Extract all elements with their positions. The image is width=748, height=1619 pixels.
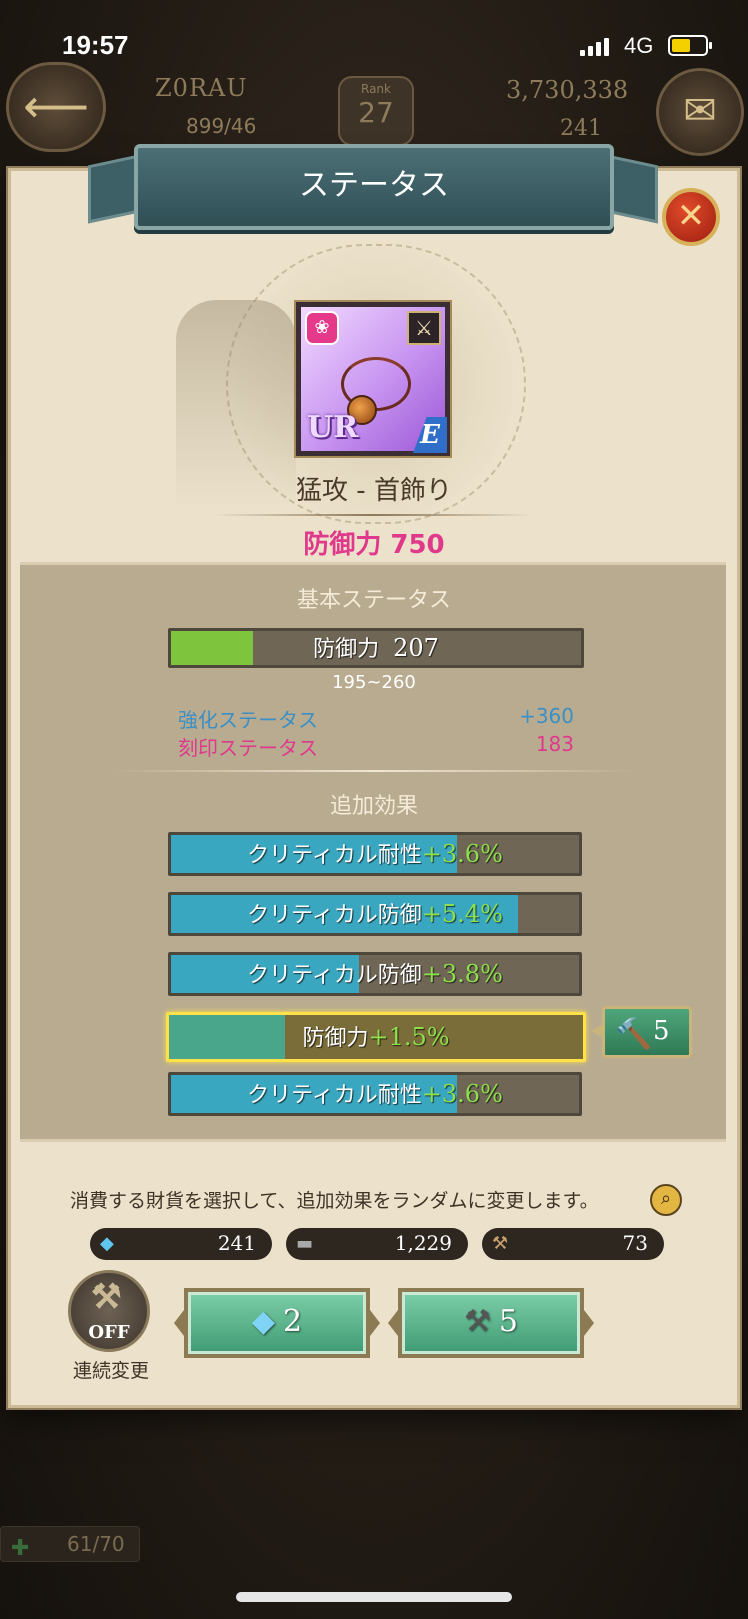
clock: 19:57 [62, 30, 129, 60]
mail-icon: ✉ [683, 88, 717, 134]
effect-name: クリティカル耐性 [247, 1083, 422, 1108]
additional-effects-title: 追加効果 [329, 794, 418, 819]
item-name: 猛攻 - 首飾り [296, 476, 452, 506]
back-button[interactable]: ⟵ [6, 62, 106, 152]
item-card: ❀ ⚔ UR E [296, 302, 450, 456]
basic-stat-bar: 防御力 207 [168, 628, 584, 668]
inventory-count-value: 61/70 [67, 1532, 125, 1556]
auto-reroll-state: OFF [88, 1322, 130, 1343]
effect-row[interactable]: クリティカル防御+3.8% [168, 952, 582, 996]
close-icon: ✕ [676, 196, 706, 236]
effect-value: +3.8% [421, 960, 503, 988]
effect-value: +3.6% [421, 840, 503, 868]
lock-effect-button[interactable]: 🔨 5 [602, 1006, 692, 1058]
basic-status-title: 基本ステータス [296, 588, 451, 613]
section-divider [112, 770, 636, 772]
effect-label: 防御力+1.5% [169, 1015, 583, 1059]
effect-row[interactable]: 防御力+1.5% [166, 1012, 586, 1062]
effect-row[interactable]: クリティカル耐性+3.6% [168, 1072, 582, 1116]
reroll-hint: 消費する財貨を選択して、追加効果をランダムに変更します。 [70, 1190, 599, 1212]
plus-icon: ✚ [11, 1536, 30, 1561]
basic-stat-name: 防御力 [313, 637, 380, 662]
name-divider [212, 514, 534, 516]
gem-icon: ◆ [100, 1233, 114, 1254]
gem-icon: ◆ [251, 1304, 275, 1339]
effect-label: クリティカル耐性+3.6% [171, 1075, 579, 1113]
battery-icon [668, 35, 712, 56]
info-search-icon[interactable]: ⌕ [650, 1184, 682, 1216]
sword-icon: ⚔ [407, 311, 441, 345]
auto-reroll-label: 連続変更 [72, 1360, 149, 1382]
inventory-count: ✚ 61/70 [0, 1526, 140, 1562]
gem-cost: 2 [282, 1304, 303, 1339]
currency-anvils-value: 1,229 [394, 1231, 452, 1255]
hammer-icon: ⚒ [492, 1233, 509, 1254]
effect-value: +5.4% [421, 900, 503, 928]
mail-button[interactable]: ✉ [656, 68, 744, 156]
effect-row[interactable]: クリティカル耐性+3.6% [168, 832, 582, 876]
modal-title: ステータス [134, 144, 614, 230]
gem-count: 241 [560, 116, 602, 141]
enhance-status-value: +360 [519, 704, 574, 728]
effect-value: +3.6% [421, 1080, 503, 1108]
reroll-with-gems-button[interactable]: ◆ 2 [184, 1288, 370, 1358]
currency-hammers: ⚒ 73 [482, 1228, 664, 1260]
gold-count: 3,730,338 [506, 76, 629, 104]
lock-cost: 5 [653, 1016, 670, 1046]
home-indicator [236, 1592, 512, 1602]
currency-anvils: ▬ 1,229 [286, 1228, 468, 1260]
effect-row[interactable]: クリティカル防御+5.4% [168, 892, 582, 936]
rank-value: 27 [358, 96, 394, 129]
effect-name: クリティカル防御 [247, 903, 422, 928]
effect-label: クリティカル耐性+3.6% [171, 835, 579, 873]
rank-badge: Rank 27 [338, 76, 414, 146]
engrave-status-label: 刻印ステータス [178, 736, 318, 760]
effect-label: クリティカル防御+5.4% [171, 895, 579, 933]
anvil-cost: 5 [498, 1304, 518, 1339]
enhance-status-label: 強化ステータス [178, 708, 318, 732]
anvil-icon: ▬ [296, 1233, 314, 1254]
effect-value: +1.5% [368, 1023, 450, 1051]
effect-name: クリティカル耐性 [247, 843, 422, 868]
network-type: 4G [624, 33, 654, 58]
basic-stat-range: 195~260 [332, 672, 416, 693]
player-name: Z0RAU [155, 74, 248, 102]
element-icon: ❀ [305, 311, 339, 345]
hammer-icon: 🔨 [615, 1017, 653, 1052]
reroll-with-anvils-button[interactable]: ⚒ 5 [398, 1288, 584, 1358]
currency-gems-value: 241 [217, 1231, 256, 1255]
back-arrow-icon: ⟵ [23, 79, 89, 133]
effect-label: クリティカル防御+3.8% [171, 955, 579, 993]
currency-gems: ◆ 241 [90, 1228, 272, 1260]
auto-reroll-toggle[interactable]: ⚒ OFF [68, 1270, 150, 1352]
anvil-icon: ⚒ [91, 1277, 122, 1317]
grade-badge: E [413, 417, 447, 453]
currency-hammers-value: 73 [622, 1231, 648, 1255]
rarity-label: UR [307, 410, 359, 445]
effect-name: クリティカル防御 [247, 963, 422, 988]
status-bar: 19:57 4G [0, 0, 748, 60]
item-power: 防御力 750 [303, 530, 445, 560]
basic-stat-label: 防御力 207 [171, 631, 581, 665]
rank-label: Rank [361, 82, 391, 96]
effect-name: 防御力 [302, 1026, 369, 1051]
anvil-icon: ⚒ [464, 1304, 491, 1339]
stamina-count: 899/46 [186, 114, 257, 138]
signal-icon [580, 36, 610, 56]
engrave-status-value: 183 [535, 732, 574, 756]
basic-stat-value: 207 [393, 634, 439, 662]
close-button[interactable]: ✕ [662, 188, 720, 246]
